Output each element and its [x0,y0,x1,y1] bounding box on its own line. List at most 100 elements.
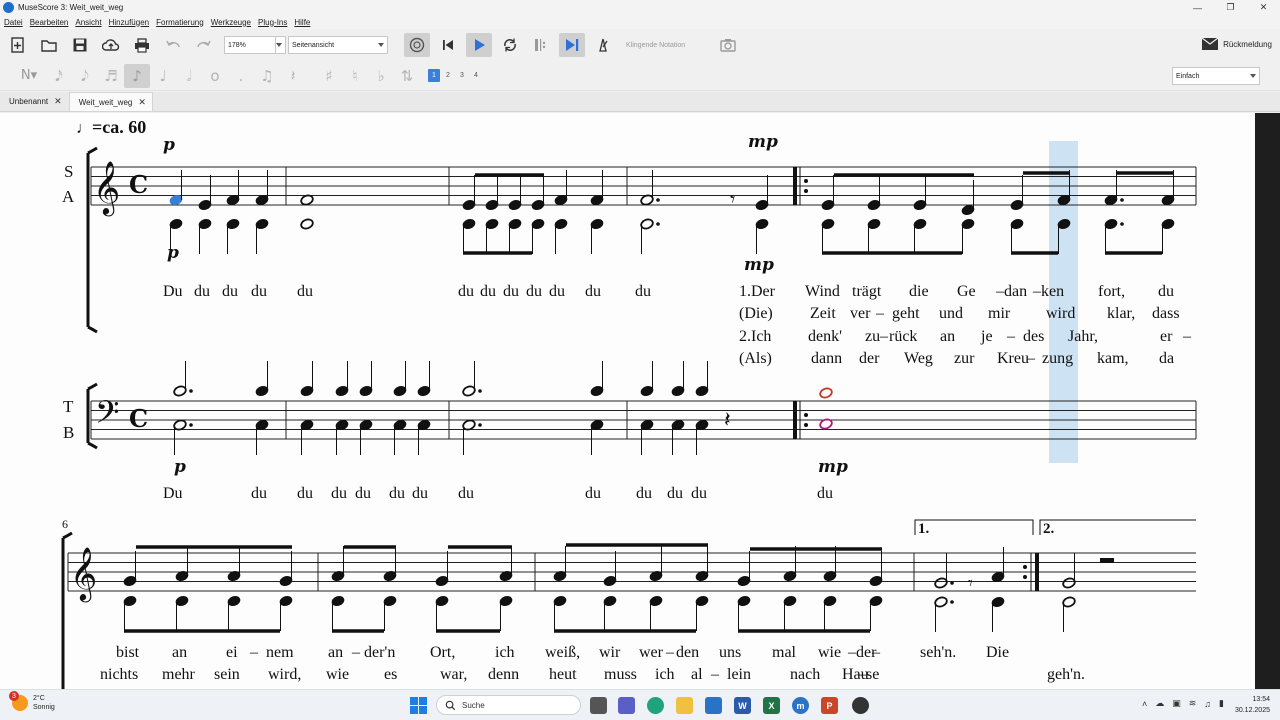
close-window-button[interactable]: ✕ [1247,0,1280,15]
view-mode-select[interactable]: Seitenansicht [288,36,388,54]
menu-bearbeiten[interactable]: Bearbeiten [30,18,69,27]
minimize-button[interactable]: — [1181,0,1214,15]
metronome-button[interactable] [590,33,616,57]
teams-icon[interactable] [618,697,635,714]
voice-3-button[interactable]: 3 [456,69,468,82]
feedback-button[interactable]: Rückmeldung [1201,37,1272,51]
menu-formatierung[interactable]: Formatierung [156,18,204,27]
redo-button[interactable] [191,33,217,57]
wifi-icon[interactable]: ≋ [1189,698,1197,709]
score-canvas[interactable]: 𝄞 𝄢 𝄞 C C 𝄾 𝄽 𝄾 ♩=ca. 60 S A T B p p mp mp p mp… [0,113,1280,689]
open-button[interactable] [36,33,62,57]
play-icon [475,39,485,51]
lyric-syllable: er [1160,328,1173,345]
note-head [869,595,883,607]
zoom-select[interactable]: 178% [224,36,286,54]
weather-widget[interactable]: 3 2°C Sonnig [9,691,55,712]
rest-button[interactable]: 𝄽 [280,64,306,88]
close-icon[interactable]: ✕ [138,97,146,108]
word-icon[interactable]: W [734,697,751,714]
lyric-syllable: zur [954,350,975,367]
menu-ansicht[interactable]: Ansicht [75,18,101,27]
upload-online-button[interactable] [98,33,124,57]
sharp-button[interactable]: ♯ [316,64,342,88]
task-view-icon[interactable] [590,697,607,714]
duration-32nd-button[interactable]: 𝅘𝅥𝅮 [72,64,98,88]
menu-hilfe[interactable]: Hilfe [294,18,310,27]
menu-datei[interactable]: Datei [4,18,23,27]
tie-button[interactable]: ♫ [254,64,280,88]
play-repeats-button[interactable] [528,33,554,57]
voice-4-button[interactable]: 4 [470,69,482,82]
rewind-button[interactable] [435,33,461,57]
menu-hinzufuegen[interactable]: Hinzufügen [109,18,149,27]
menu-plugins[interactable]: Plug-Ins [258,18,287,27]
duration-whole-button[interactable]: o [202,64,228,88]
flip-direction-button[interactable]: ⇅ [394,64,420,88]
concert-pitch-toggle[interactable]: Klingende Notation [626,42,710,49]
musescore-taskbar-icon[interactable]: m [792,697,809,714]
close-icon[interactable]: ✕ [54,96,62,107]
lyric-syllable: wird [1046,305,1076,322]
voice-2-button[interactable]: 2 [442,69,454,82]
lyric-syllable: Du [163,283,183,300]
note-head [508,218,522,230]
duration-64th-button[interactable]: 𝅘𝅥𝅯 [46,64,72,88]
search-placeholder: Suche [462,700,485,710]
pan-score-icon [566,39,579,51]
voice-1-button[interactable]: 1 [428,69,440,82]
augmentation-dot-button[interactable]: . [228,64,254,88]
menu-werkzeuge[interactable]: Werkzeuge [211,18,251,27]
edge-browser-icon[interactable] [647,697,664,714]
mail-icon[interactable] [705,697,722,714]
excel-icon[interactable]: X [763,697,780,714]
play-button[interactable] [466,33,492,57]
print-button[interactable] [129,33,155,57]
pan-score-button[interactable] [559,33,585,57]
duration-16th-button[interactable]: ♬ [98,64,124,88]
duration-quarter-button[interactable]: ♩ [150,64,176,88]
save-button[interactable] [67,33,93,57]
battery-icon[interactable]: ▮ [1219,698,1224,709]
windows-start-icon[interactable] [410,697,427,714]
undo-button[interactable] [160,33,186,57]
note-head [821,199,835,211]
score-page[interactable]: 𝄞 𝄢 𝄞 C C 𝄾 𝄽 𝄾 ♩=ca. 60 S A T B p p mp mp p mp… [0,113,1255,689]
scrollbar-track[interactable] [1255,113,1280,689]
chevron-up-icon[interactable]: ˄ [1142,699,1147,709]
restore-button[interactable]: ❐ [1214,0,1247,15]
duration-eighth-button[interactable]: ♪ [124,63,150,88]
note-head [435,575,449,587]
clock[interactable]: 13:54 30.12.2025 [1235,694,1270,716]
note-head [819,387,833,399]
flat-button[interactable]: ♭ [368,64,394,88]
natural-button[interactable]: ♮ [342,64,368,88]
lyric-syllable: – [1183,328,1191,345]
display-icon[interactable]: ▣ [1172,698,1181,709]
lyric-syllable: du [297,485,313,502]
redo-icon [197,40,211,48]
file-explorer-icon[interactable] [676,697,693,714]
lyric-syllable: klar, [1107,305,1136,322]
duration-half-button[interactable]: 𝅗𝅥 [176,64,202,88]
tab-weit-weit-weg[interactable]: Weit_weit_weg ✕ [68,92,153,111]
image-capture-button[interactable] [715,33,741,57]
speaker-icon[interactable]: ♫ [1204,699,1211,709]
mixer-button[interactable] [404,33,430,57]
note-head [695,385,709,397]
note-input-mode-button[interactable]: N▾ [12,64,46,88]
cloud-icon[interactable]: ☁ [1155,698,1164,709]
note-head [649,595,663,607]
taskbar-search[interactable]: Suche [436,695,581,715]
rest-icon: 𝄽 [290,66,296,85]
workspace-select[interactable]: Einfach [1172,67,1260,85]
lyric-syllable: geh'n. [1047,666,1085,683]
new-score-button[interactable] [5,33,31,57]
note-head [499,595,513,607]
powerpoint-icon[interactable]: P [821,697,838,714]
github-desktop-icon[interactable] [852,697,869,714]
loop-button[interactable] [497,33,523,57]
tab-unbenannt[interactable]: Unbenannt ✕ [0,92,68,111]
lyric-syllable: trägt [852,283,882,300]
lyric-syllable: Zeit [810,305,836,322]
